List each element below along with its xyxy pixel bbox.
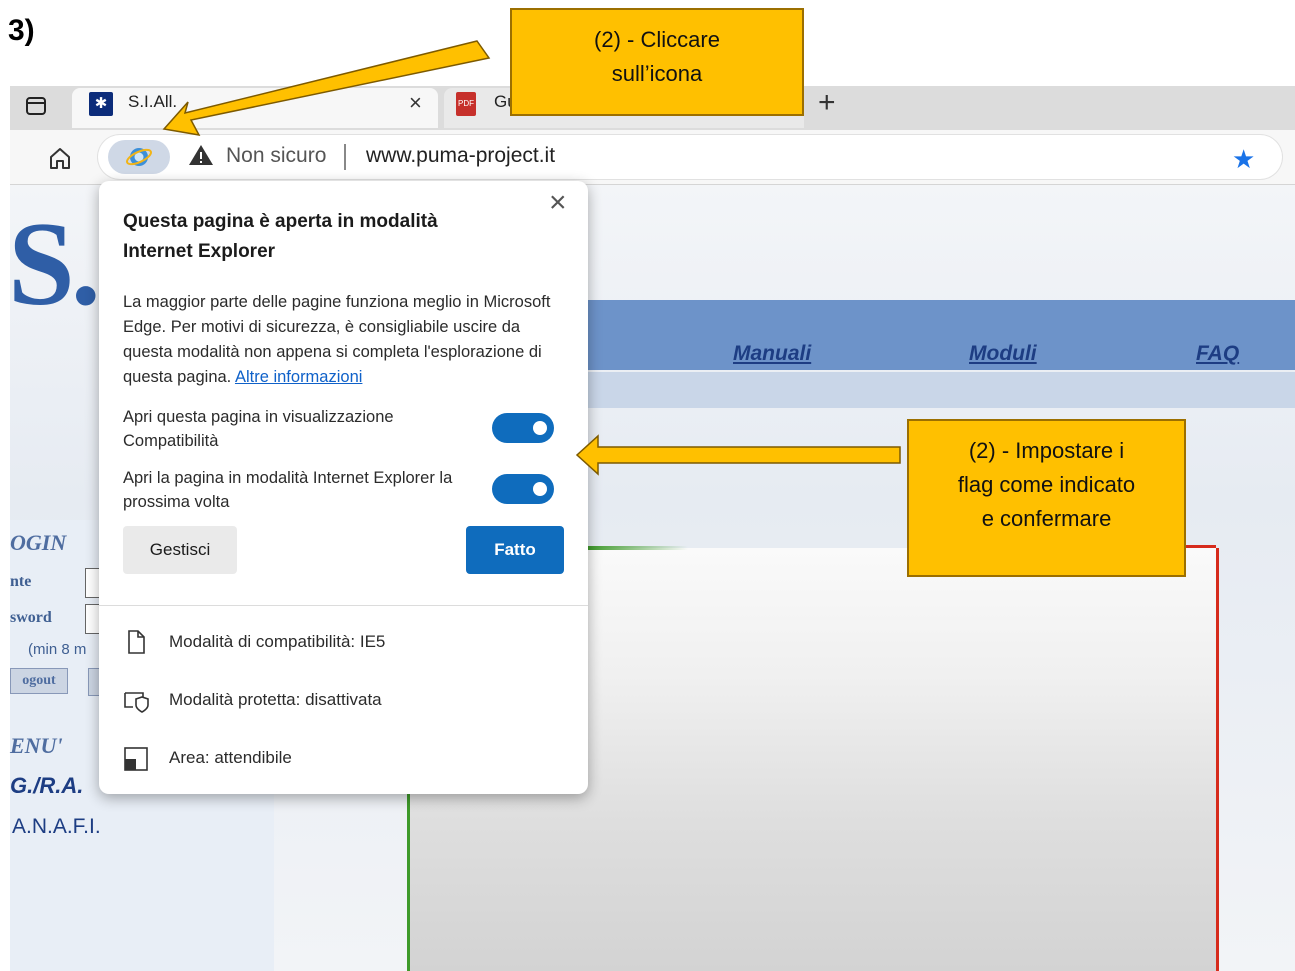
- callout-line: (2) - Impostare i: [968, 438, 1125, 463]
- callout-set-flags: (2) - Impostare i flag come indicato e c…: [907, 419, 1186, 577]
- arrow-to-toggles: [575, 434, 901, 476]
- callout-line: e confermare: [981, 506, 1112, 531]
- callout-line: flag come indicato: [957, 472, 1136, 497]
- arrow-to-ie-icon: [162, 40, 491, 136]
- callout-click-icon: (2) - Cliccare sull’icona: [510, 8, 804, 116]
- callout-line: sull’icona: [611, 61, 703, 86]
- callout-line: (2) - Cliccare: [594, 27, 720, 52]
